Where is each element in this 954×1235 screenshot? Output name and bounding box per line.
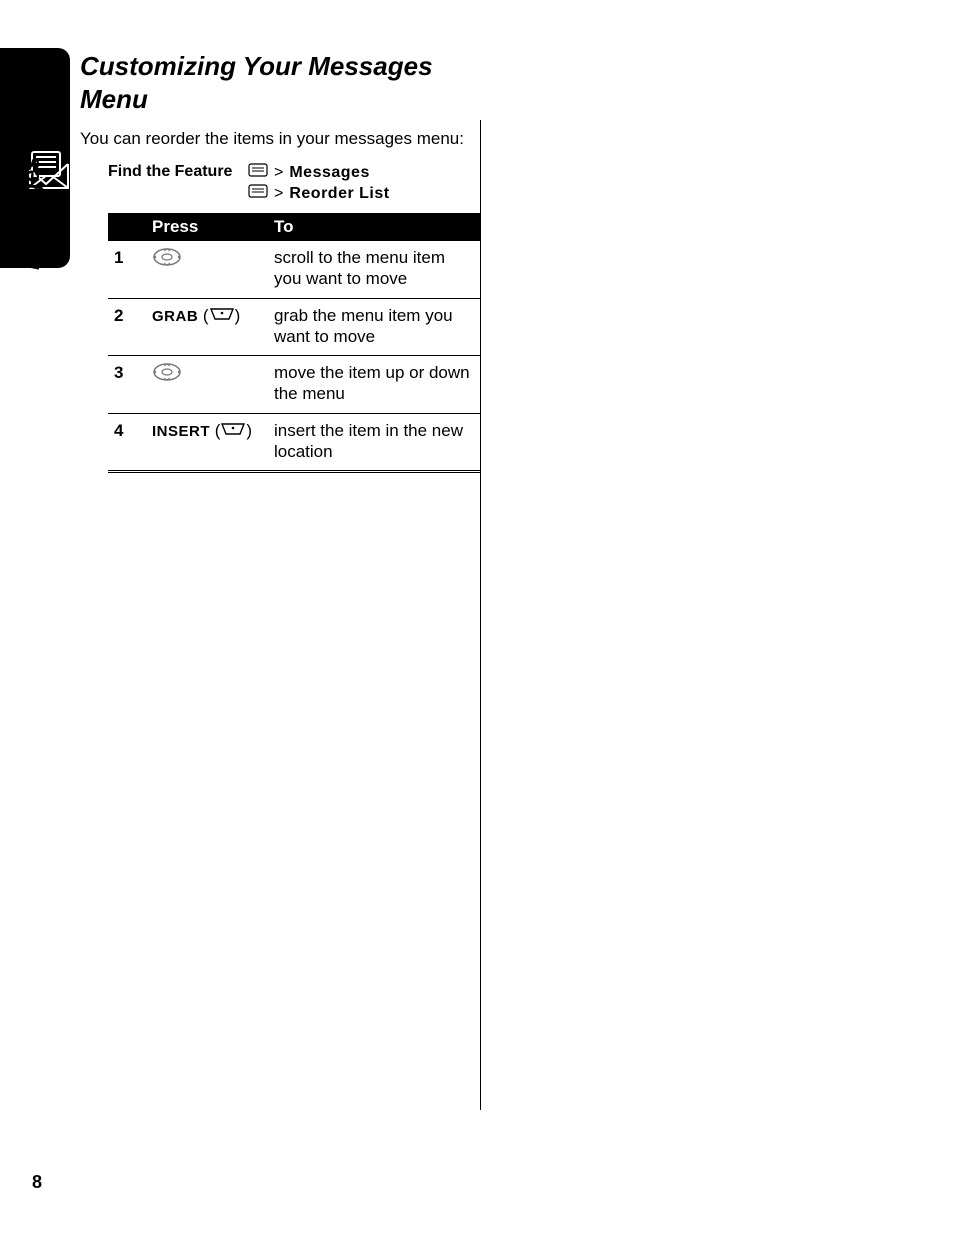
col-header-to: To — [268, 213, 480, 241]
step-description: move the item up or down the menu — [268, 356, 480, 414]
step-number: 3 — [108, 356, 146, 414]
softkey-icon — [220, 420, 246, 441]
path-separator: > — [274, 164, 283, 182]
column-divider — [480, 120, 481, 1110]
step-number: 1 — [108, 241, 146, 298]
page-number: 8 — [32, 1172, 42, 1193]
table-row: 2 GRAB ( ) grab the menu item you want t… — [108, 298, 480, 356]
press-cell: GRAB ( ) — [146, 298, 268, 356]
col-header-num — [108, 213, 146, 241]
table-header-row: Press To — [108, 213, 480, 241]
press-cell — [146, 241, 268, 298]
table-row: 3 move the item up or down the menu — [108, 356, 480, 414]
nav-key-icon — [152, 362, 182, 387]
step-number: 2 — [108, 298, 146, 356]
path-item-reorder: Reorder List — [289, 185, 389, 203]
press-cell — [146, 356, 268, 414]
menu-key-icon — [248, 184, 268, 203]
find-feature-label: Find the Feature — [108, 163, 248, 181]
path-separator: > — [274, 185, 283, 203]
press-label-insert: INSERT — [152, 423, 210, 440]
section-side-label: Messages — [18, 156, 45, 270]
press-cell: INSERT ( ) — [146, 413, 268, 472]
table-row: 1 scroll to the menu item you want to mo… — [108, 241, 480, 298]
steps-table: Press To 1 scroll to the menu item you w… — [108, 213, 480, 473]
step-description: grab the menu item you want to move — [268, 298, 480, 356]
page-title: Customizing Your Messages Menu — [80, 50, 480, 115]
press-label-grab: GRAB — [152, 308, 198, 325]
section-side-label-text: Messages — [18, 156, 44, 270]
path-item-messages: Messages — [289, 164, 370, 182]
table-row: 4 INSERT ( ) insert the item in the new … — [108, 413, 480, 472]
menu-key-icon — [248, 163, 268, 182]
col-header-press: Press — [146, 213, 268, 241]
step-description: scroll to the menu item you want to move — [268, 241, 480, 298]
step-description: insert the item in the new location — [268, 413, 480, 472]
find-feature-block: Find the Feature > Messages > Reorder Li… — [108, 163, 480, 203]
nav-key-icon — [152, 247, 182, 272]
intro-text: You can reorder the items in your messag… — [80, 129, 480, 149]
feature-path-2: > Reorder List — [248, 184, 390, 203]
feature-path-1: > Messages — [248, 163, 370, 182]
main-content: Customizing Your Messages Menu You can r… — [80, 50, 480, 473]
step-number: 4 — [108, 413, 146, 472]
softkey-icon — [209, 305, 235, 326]
